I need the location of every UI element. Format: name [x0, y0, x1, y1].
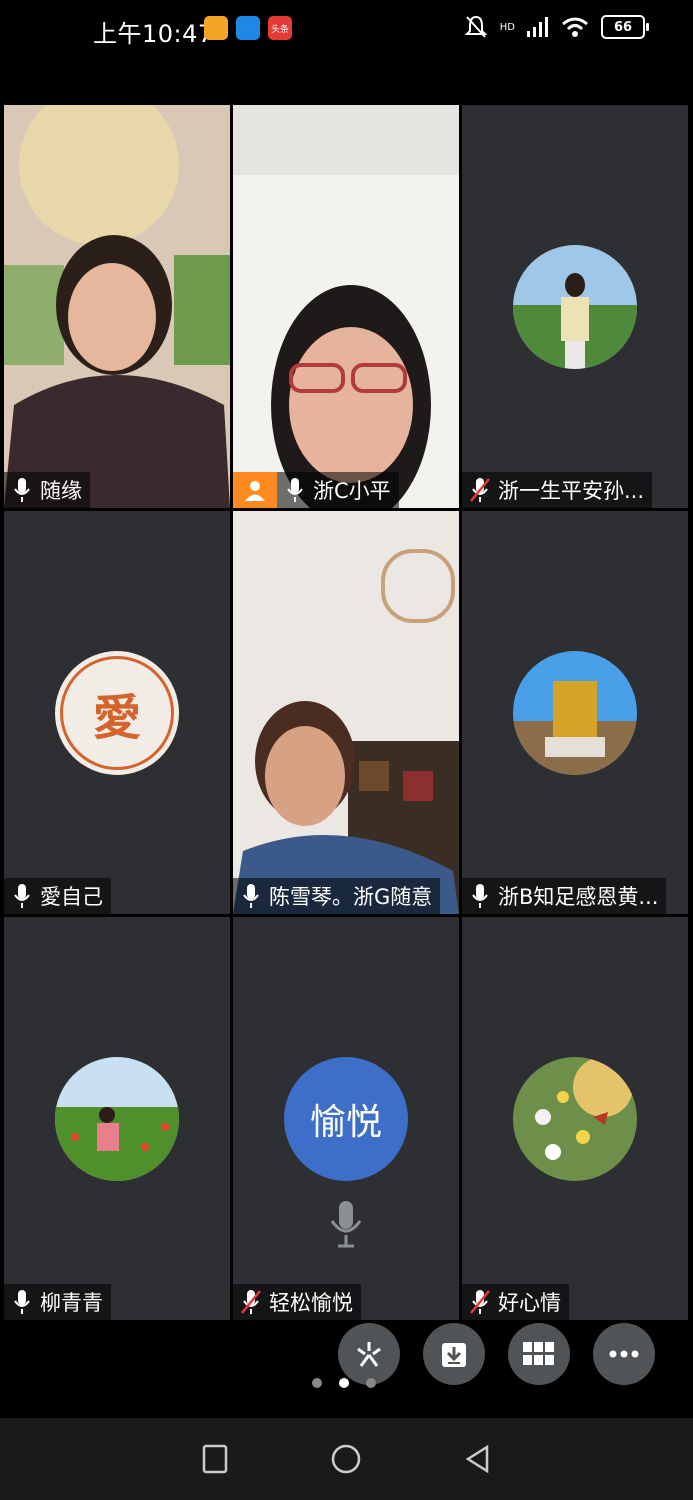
participant-video — [4, 105, 230, 508]
system-nav-bar — [0, 1418, 693, 1500]
page-dot[interactable] — [312, 1378, 322, 1388]
microphone-muted-icon — [470, 478, 490, 502]
bell-muted-icon — [464, 15, 488, 38]
name-tag: 愛自己 — [4, 878, 111, 914]
participant-avatar — [513, 650, 637, 775]
grid-view-button[interactable] — [508, 1323, 570, 1385]
name-tag: 好心情 — [462, 1284, 569, 1320]
page-dot-current[interactable] — [339, 1378, 349, 1388]
beauty-icon — [357, 1342, 381, 1367]
participant-name: 柳青青 — [40, 1291, 103, 1315]
toutiao-label: 头条 — [270, 24, 289, 35]
back-icon[interactable] — [463, 1444, 493, 1474]
page-indicator — [312, 1378, 376, 1388]
microphone-icon — [14, 1290, 30, 1314]
home-icon[interactable] — [330, 1443, 362, 1475]
participant-avatar — [513, 1056, 637, 1181]
network-type: HD — [499, 21, 515, 33]
status-bar: 上午10:47 头条 HD 66 — [0, 0, 693, 60]
participant-tile[interactable]: 柳青青 — [4, 917, 230, 1320]
participant-avatar: 愛 — [55, 650, 179, 775]
page-dot[interactable] — [366, 1378, 376, 1388]
participant-tile-active[interactable]: 陈雪琴。浙G随意 — [233, 511, 459, 914]
microphone-muted-icon — [241, 1290, 261, 1314]
microphone-icon — [287, 478, 303, 502]
grid-view-icon — [523, 1342, 554, 1365]
participant-tile[interactable]: 浙B知足感恩黄... — [462, 511, 688, 914]
participant-name: 浙C小平 — [313, 479, 391, 503]
download-icon — [442, 1343, 466, 1367]
name-tag: 柳青青 — [4, 1284, 111, 1320]
name-tag: 随缘 — [4, 472, 90, 508]
participant-tile[interactable]: 浙C小平 — [233, 105, 459, 508]
microphone-icon — [472, 884, 488, 908]
participant-text-avatar: 愉悦 — [284, 1057, 408, 1181]
recent-apps-icon[interactable] — [200, 1444, 230, 1474]
participant-name: 随缘 — [40, 479, 82, 503]
notification-icons: 头条 — [204, 16, 292, 40]
status-time: 上午10:47 — [93, 20, 214, 48]
name-tag: 浙B知足感恩黄... — [462, 878, 667, 914]
participant-tile[interactable]: 愛 愛自己 — [4, 511, 230, 914]
participant-video — [233, 105, 459, 508]
participant-tile[interactable]: 随缘 — [4, 105, 230, 508]
name-tag: 浙一生平安孙... — [462, 472, 653, 508]
participant-name: 浙B知足感恩黄... — [498, 885, 659, 909]
participant-avatar — [55, 1056, 179, 1181]
host-badge — [233, 472, 277, 508]
participant-avatar — [513, 244, 637, 369]
orange-app-icon — [204, 16, 228, 40]
wifi-icon — [562, 17, 588, 37]
beauty-button[interactable] — [338, 1323, 400, 1385]
more-button[interactable] — [593, 1323, 655, 1385]
participant-name: 愛自己 — [40, 885, 103, 909]
participant-name: 好心情 — [498, 1291, 561, 1315]
download-button[interactable] — [423, 1323, 485, 1385]
participant-name: 浙一生平安孙... — [498, 479, 645, 503]
more-icon — [609, 1350, 639, 1358]
host-user-icon — [245, 481, 265, 501]
microphone-icon — [330, 1201, 362, 1248]
participant-tile[interactable]: 浙一生平安孙... — [462, 105, 688, 508]
meeting-controls — [338, 1323, 655, 1385]
name-tag: 陈雪琴。浙G随意 — [233, 878, 441, 914]
signal-icon — [527, 17, 548, 37]
participant-name: 陈雪琴。浙G随意 — [269, 885, 433, 909]
microphone-muted-icon — [470, 1290, 490, 1314]
toutiao-app-icon: 头条 — [268, 16, 292, 40]
name-tag: 轻松愉悦 — [233, 1284, 361, 1320]
participant-tile[interactable]: 愉悦 轻松愉悦 — [233, 917, 459, 1320]
microphone-icon — [243, 884, 259, 908]
microphone-icon — [14, 478, 30, 502]
love-seal-logo: 愛 — [60, 655, 174, 770]
microphone-icon — [14, 884, 30, 908]
participant-tile[interactable]: 好心情 — [462, 917, 688, 1320]
chat-app-icon — [236, 16, 260, 40]
participant-name: 轻松愉悦 — [269, 1291, 353, 1315]
participant-video — [233, 511, 459, 914]
name-tag: 浙C小平 — [277, 472, 399, 508]
battery-indicator: 66 — [601, 15, 649, 39]
